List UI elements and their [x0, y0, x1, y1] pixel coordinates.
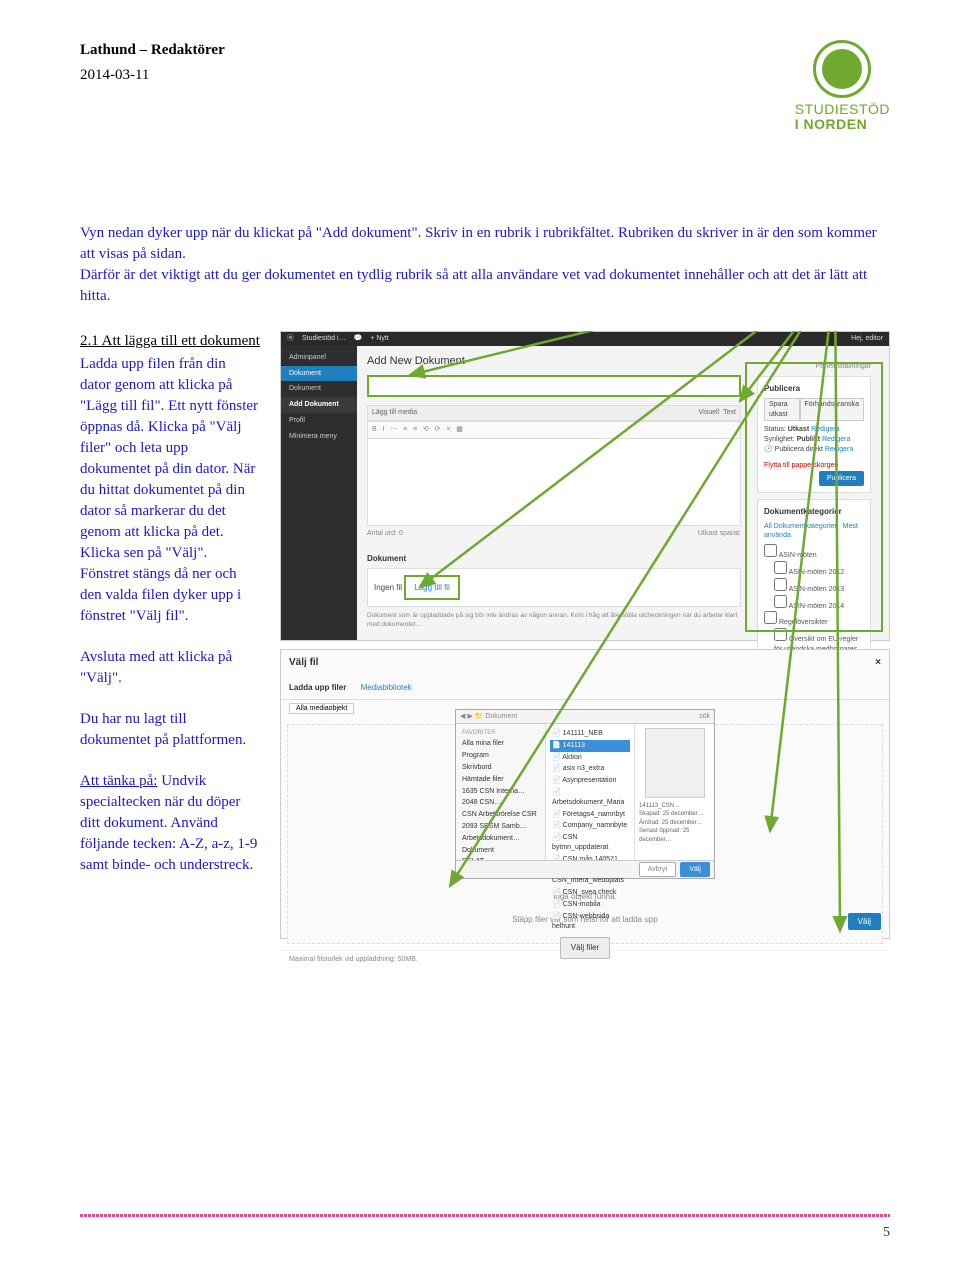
media-filter-select[interactable]: Alla mediaobjekt	[289, 703, 354, 714]
trash-link[interactable]: Flytta till papperskorgen	[764, 462, 838, 469]
editor-toolbar[interactable]: Lägg till media Visuell Text	[367, 405, 741, 421]
section-heading: 2.1 Att lägga till ett dokument	[80, 331, 260, 352]
logo: STUDIESTÖD I NORDEN	[795, 40, 890, 133]
sidebar-subitem-dokument[interactable]: Dokument	[281, 381, 357, 397]
title-input[interactable]	[367, 375, 741, 397]
wp-page-title: Add New Dokument	[367, 354, 741, 369]
wp-icon: ⓦ	[287, 334, 294, 344]
fs-choose-button[interactable]: Välj	[680, 862, 710, 878]
logo-text-2: I NORDEN	[795, 117, 890, 132]
preview-button[interactable]: Förhandsgranska	[800, 398, 864, 422]
fs-cancel-button[interactable]: Avbryt	[639, 862, 677, 878]
add-file-button[interactable]: Lägg till fil	[404, 575, 460, 600]
instruction-column: 2.1 Att lägga till ett dokument Ladda up…	[80, 331, 260, 896]
intro-paragraph: Vyn nedan dyker upp när du klickat på "A…	[80, 223, 890, 307]
tab-media[interactable]: Mediabibliotek	[361, 683, 412, 692]
sidebar-item-minimera[interactable]: Minimera meny	[281, 429, 357, 445]
footer-dotted-rule	[80, 1214, 890, 1217]
page-number: 5	[80, 1223, 890, 1243]
sidebar-item-profil[interactable]: Profil	[281, 413, 357, 429]
sidebar-subitem-add-dokument[interactable]: Add Dokument	[281, 397, 357, 413]
tab-upload[interactable]: Ladda upp filer	[289, 683, 346, 692]
fs-file-list[interactable]: 📄 141111_NEB📄 141113📄 Aktion📄 asix n3_ex…	[546, 710, 634, 878]
media-button[interactable]: Lägg till media	[372, 408, 417, 418]
section-finish: Avsluta med att klicka på "Välj".	[80, 647, 260, 689]
publish-button[interactable]: Publicera	[819, 471, 864, 487]
close-icon[interactable]: ×	[875, 656, 881, 670]
content-editor[interactable]	[367, 438, 741, 526]
logo-text-1: STUDIESTÖD	[795, 102, 890, 117]
section-think: Att tänka på: Undvik specialtecken när d…	[80, 771, 260, 876]
globe-icon	[813, 40, 871, 98]
choose-files-button[interactable]: Välj filer	[560, 937, 610, 958]
doc-title: Lathund – Redaktörer	[80, 40, 225, 61]
doc-date: 2014-03-11	[80, 65, 225, 86]
save-draft-button[interactable]: Spara utkast	[764, 398, 800, 422]
screenshot-wp-add-dokument: ⓦ Studiestöd i… 💬 + Nytt Hej, editor Adm…	[280, 331, 890, 641]
section-done: Du har nu lagt till dokumentet på plattf…	[80, 709, 260, 751]
dialog-title: Välj fil	[289, 656, 318, 670]
upload-dropzone[interactable]: ◀ ▶ 📁 Dokument sök FAVORITERAlla mina fi…	[287, 724, 883, 944]
page-header: Lathund – Redaktörer 2014-03-11 STUDIEST…	[80, 40, 890, 133]
comment-icon: 💬	[354, 334, 363, 344]
sidebar-item-adminpanel[interactable]: Adminpanel	[281, 350, 357, 366]
valj-button[interactable]: Välj	[848, 913, 881, 930]
screenshot-valj-fil: Välj fil × Ladda upp filer Mediabibliote…	[280, 649, 890, 939]
sidebar-item-dokument[interactable]: Dokument	[281, 366, 357, 382]
wp-sidebar: Adminpanel Dokument Dokument Add Dokumen…	[281, 346, 357, 640]
fs-sidebar: FAVORITERAlla mina filerProgramSkrivbord…	[456, 710, 546, 878]
section-body: Ladda upp filen från din dator genom att…	[80, 354, 260, 627]
